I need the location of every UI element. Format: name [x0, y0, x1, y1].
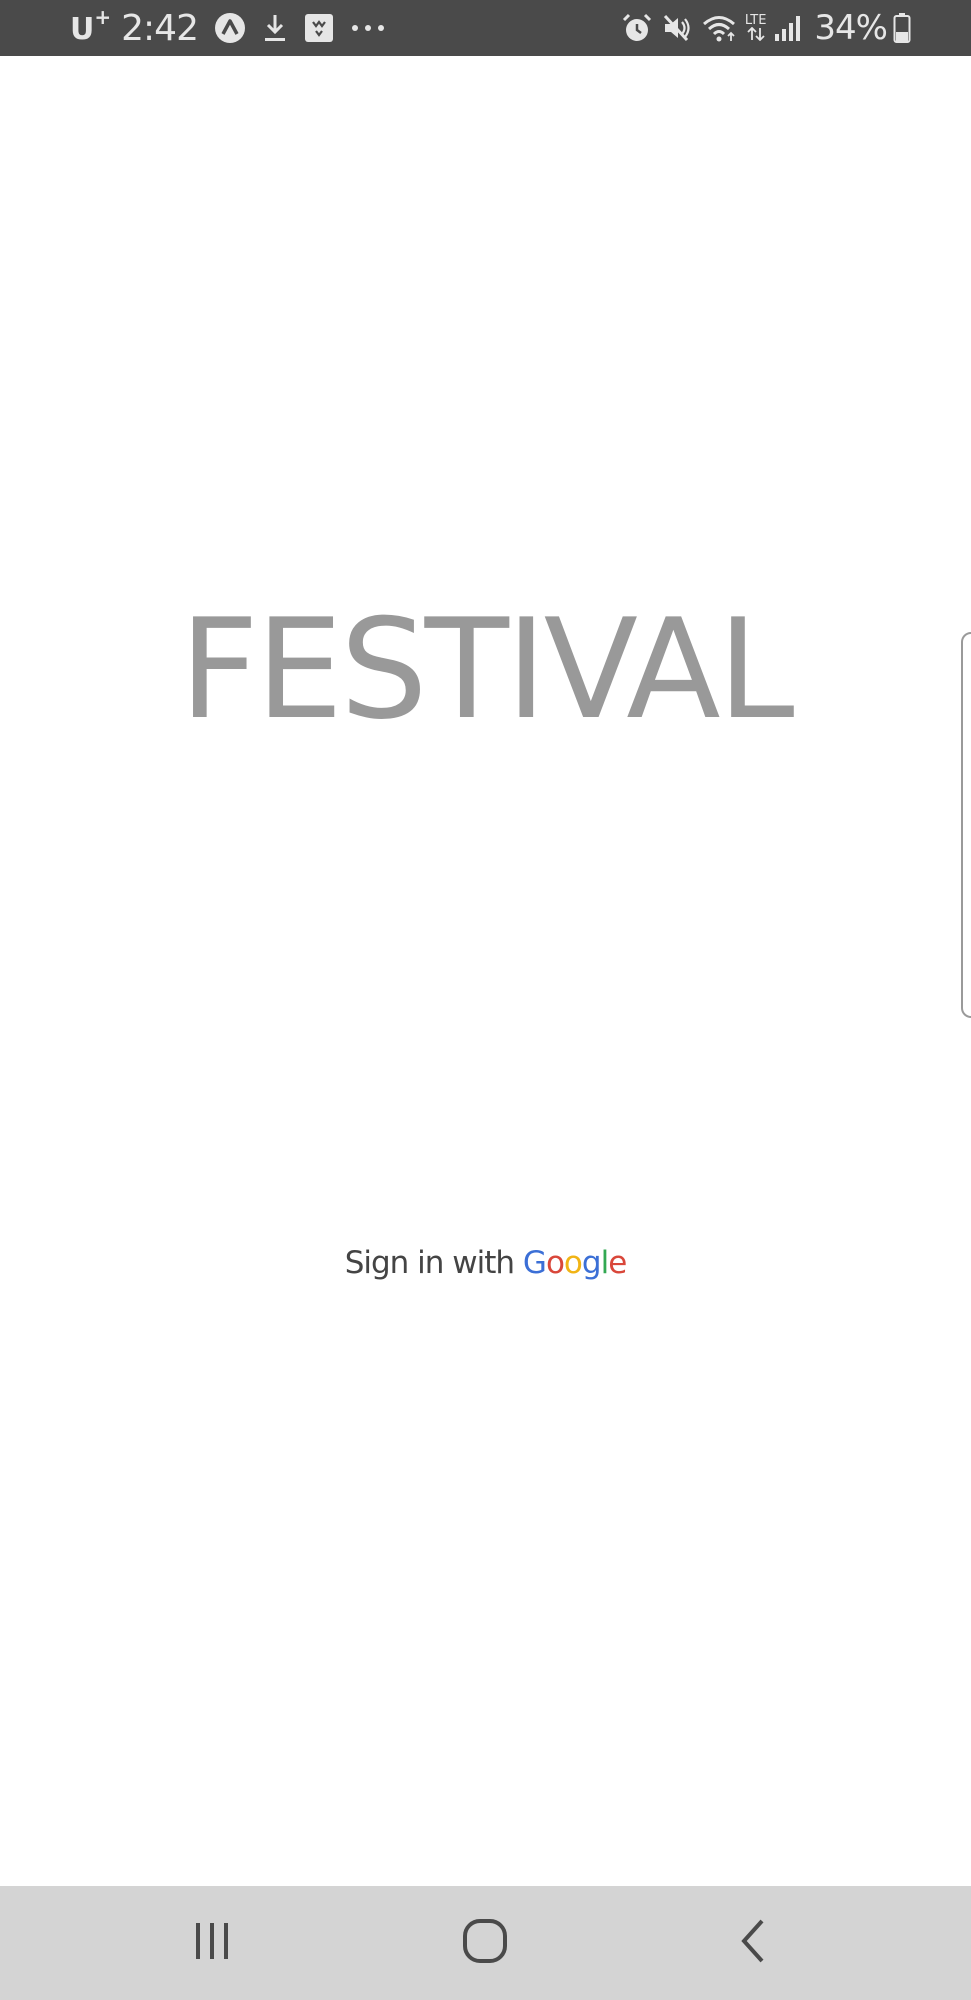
status-bar-left: U+ 2:42	[70, 0, 386, 56]
navigation-bar	[0, 1886, 971, 2000]
app-title: FESTIVAL	[179, 589, 794, 750]
home-button[interactable]	[405, 1886, 565, 2000]
wifi-icon	[701, 13, 737, 43]
image-icon	[304, 13, 334, 43]
carrier-label: U+	[70, 5, 112, 47]
alarm-icon	[621, 12, 653, 44]
status-bar-right: LTE 34%	[613, 0, 911, 56]
back-button[interactable]	[674, 1886, 834, 2000]
clock: 2:42	[121, 7, 199, 49]
download-icon	[262, 12, 288, 44]
screen: U+ 2:42 LTE 34% FESTIVAL Sign in with Go…	[0, 0, 971, 2000]
google-letter: e	[608, 1245, 627, 1281]
google-letter: g	[581, 1245, 602, 1281]
google-signin-button[interactable]: Sign in with Google	[0, 1245, 971, 1281]
google-letter: G	[522, 1245, 547, 1281]
google-letter: o	[545, 1245, 565, 1281]
home-icon	[461, 1917, 509, 1970]
a-badge-icon	[214, 12, 246, 44]
recents-icon	[190, 1919, 234, 1968]
edge-panel-handle[interactable]	[961, 632, 971, 1018]
mute-icon	[661, 12, 693, 44]
signin-prefix: Sign in with	[344, 1245, 523, 1281]
more-dots-icon	[350, 23, 386, 33]
google-wordmark: Google	[522, 1245, 627, 1281]
back-icon	[734, 1917, 774, 1970]
recents-button[interactable]	[132, 1886, 292, 2000]
status-bar: U+ 2:42 LTE 34%	[0, 0, 971, 56]
lte-icon: LTE	[745, 14, 766, 41]
battery-icon	[893, 12, 911, 44]
google-letter: o	[563, 1245, 583, 1281]
battery-percent: 34%	[814, 8, 888, 48]
signal-icon	[774, 14, 802, 42]
